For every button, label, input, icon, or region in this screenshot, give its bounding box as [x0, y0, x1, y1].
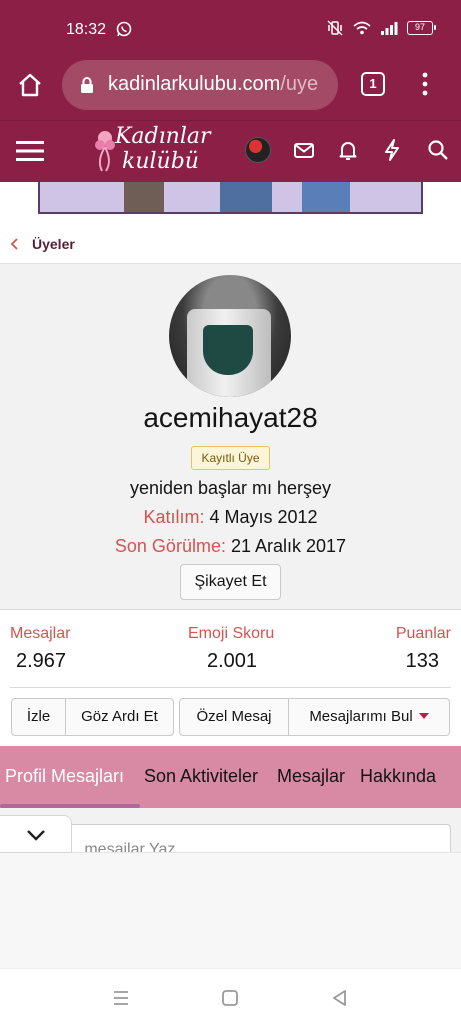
user-avatar[interactable]	[245, 137, 271, 163]
find-messages-label: Mesajlarımı Bul	[309, 708, 413, 725]
stat-label-emoji: Emoji Skoru	[188, 625, 275, 642]
joined-label: Katılım:	[143, 507, 205, 527]
browser-toolbar: kadinlarkulubu.com/uye 1	[0, 58, 461, 120]
tab-switcher-button[interactable]: 1	[361, 72, 385, 96]
profile-avatar[interactable]	[169, 275, 291, 397]
vibrate-mute-icon	[327, 20, 343, 36]
stat-label-points: Puanlar	[395, 625, 451, 642]
bell-icon[interactable]	[336, 138, 360, 162]
logo-line2: kulübü	[122, 149, 199, 174]
follow-ignore-group: İzle Göz Ardı Et	[11, 698, 174, 736]
recent-apps-icon[interactable]	[110, 987, 132, 1009]
role-badge: Kayıtlı Üye	[191, 446, 270, 470]
stat-label-messages: Mesajlar	[10, 625, 71, 642]
stat-value-emoji[interactable]: 2.001	[207, 650, 257, 673]
search-icon[interactable]	[426, 138, 450, 162]
breadcrumb-label: Üyeler	[32, 236, 75, 252]
stat-value-points[interactable]: 133	[406, 650, 439, 673]
lock-icon	[81, 77, 93, 93]
profile-username: acemihayat28	[143, 402, 318, 433]
url-path: /uye	[280, 73, 319, 95]
caret-down-icon	[418, 713, 429, 719]
site-logo[interactable]: Kadınlar kulübü	[92, 123, 222, 179]
envelope-icon[interactable]	[292, 138, 316, 162]
banner-figure	[124, 182, 164, 212]
banner-ad[interactable]	[38, 182, 423, 214]
find-messages-button[interactable]: Mesajlarımı Bul	[288, 699, 449, 735]
back-nav-icon[interactable]	[329, 987, 351, 1009]
chevron-left-icon	[10, 238, 18, 250]
url-bar[interactable]: kadinlarkulubu.com/uye	[62, 60, 338, 110]
last-seen-row: Son Görülme: 21 Aralık 2017	[0, 536, 461, 557]
report-button[interactable]: Şikayet Et	[180, 564, 281, 600]
profile-card: acemihayat28 Kayıtlı Üye yeniden başlar …	[0, 264, 461, 610]
status-time: 18:32	[66, 21, 107, 38]
home-icon[interactable]	[16, 71, 44, 99]
collapse-toggle[interactable]	[0, 815, 72, 853]
profile-actions: İzle Göz Ardı Et Özel Mesaj Mesajlarımı …	[0, 698, 461, 738]
status-icons: 97	[326, 20, 436, 36]
url-text: kadinlarkulubu.com/uye	[108, 73, 318, 96]
profile-tabs: Profil Mesajları Son Aktiviteler Mesajla…	[0, 746, 461, 808]
breadcrumb[interactable]: Üyeler	[0, 224, 461, 264]
joined-row: Katılım: 4 Mayıs 2012	[0, 507, 461, 528]
avatar-mug-logo	[203, 325, 253, 375]
private-message-button[interactable]: Özel Mesaj	[180, 699, 288, 735]
banner-figure	[220, 182, 272, 212]
follow-button[interactable]: İzle	[12, 699, 65, 735]
status-bar: 18:32 97	[0, 0, 461, 58]
custom-title: yeniden başlar mı herşey	[129, 478, 332, 498]
tab-profile-messages[interactable]: Profil Mesajları	[5, 766, 124, 787]
more-menu-icon[interactable]	[418, 70, 432, 98]
message-actions-group: Özel Mesaj Mesajlarımı Bul	[179, 698, 450, 736]
banner-figure	[302, 182, 350, 212]
signal-icon	[381, 22, 398, 35]
tab-messages[interactable]: Mesajlar	[277, 766, 345, 787]
lightning-icon[interactable]	[380, 138, 404, 162]
joined-value: 4 Mayıs 2012	[209, 507, 318, 527]
system-navigation-bar	[0, 968, 461, 1024]
tab-recent-activity[interactable]: Son Aktiviteler	[144, 766, 258, 787]
home-nav-icon[interactable]	[219, 987, 241, 1009]
hamburger-menu-icon[interactable]	[14, 137, 46, 165]
last-seen-label: Son Görülme:	[114, 536, 226, 556]
bottom-panel	[0, 852, 461, 968]
last-seen-value: 21 Aralık 2017	[230, 536, 347, 556]
site-header: Kadınlar kulübü	[0, 120, 461, 182]
whatsapp-icon	[116, 21, 132, 37]
divider	[10, 687, 451, 688]
stat-value-messages[interactable]: 2.967	[16, 650, 66, 673]
logo-line1: Kadınlar	[115, 124, 211, 149]
wifi-icon	[353, 21, 371, 35]
tab-about[interactable]: Hakkında	[360, 766, 436, 787]
ignore-button[interactable]: Göz Ardı Et	[65, 699, 173, 735]
battery-icon: 97	[407, 21, 436, 35]
chevron-down-icon	[27, 830, 45, 841]
profile-stats: Mesajlar 2.967 Emoji Skoru 2.001 Puanlar…	[0, 611, 461, 687]
url-domain: kadinlarkulubu.com	[108, 73, 281, 95]
